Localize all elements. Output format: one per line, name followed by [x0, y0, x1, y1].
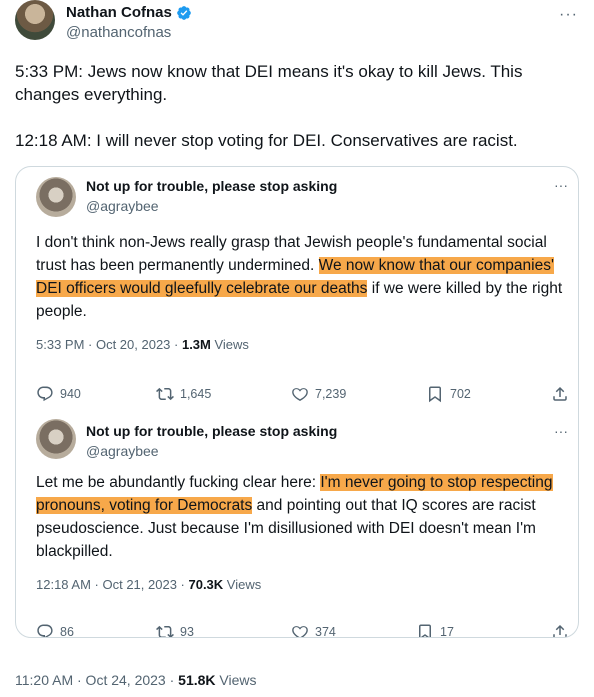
repost-icon: [156, 387, 174, 401]
repost-button[interactable]: 1,645: [156, 385, 211, 403]
heart-icon: [292, 626, 308, 637]
quote-author-handle[interactable]: @agraybee: [86, 443, 159, 459]
reply-count: 86: [60, 625, 74, 638]
quote-timestamp-views: 5:33 PM · Oct 20, 2023 · 1.3M Views: [36, 337, 249, 352]
author-avatar[interactable]: [15, 0, 55, 40]
share-button[interactable]: [551, 623, 569, 637]
reply-button[interactable]: 940: [36, 385, 81, 403]
quote-action-bar: 86 93 374 17: [36, 623, 576, 638]
tweet-views-count: 51.8K: [178, 672, 216, 688]
repost-icon: [156, 625, 174, 637]
reply-icon: [37, 624, 53, 637]
quote-text-before: Let me be abundantly fucking clear here:: [36, 474, 321, 491]
share-button[interactable]: [551, 385, 569, 403]
tweet-text: 5:33 PM: Jews now know that DEI means it…: [15, 62, 523, 150]
quote-avatar[interactable]: [36, 177, 76, 217]
quote-views-label: Views: [223, 577, 262, 592]
quote-timestamp-views: 12:18 AM · Oct 21, 2023 · 70.3K Views: [36, 577, 261, 592]
author-name-row: Nathan Cofnas: [66, 4, 192, 21]
more-horizontal-icon[interactable]: ···: [559, 6, 578, 24]
quote-action-bar: 940 1,645 7,239 702: [36, 385, 576, 405]
like-button[interactable]: 374: [291, 623, 336, 638]
repost-button[interactable]: 93: [156, 623, 194, 638]
repost-count: 1,645: [180, 387, 212, 401]
bookmark-count: 17: [440, 625, 454, 638]
bookmark-icon: [429, 386, 441, 403]
reply-button[interactable]: 86: [36, 623, 74, 638]
bookmark-button[interactable]: 17: [416, 623, 454, 638]
share-icon: [553, 386, 567, 401]
author-handle[interactable]: @nathancofnas: [66, 24, 171, 41]
quoted-thread[interactable]: Not up for trouble, please stop asking @…: [15, 166, 579, 638]
bookmark-button[interactable]: 702: [426, 385, 471, 403]
quote-timestamp[interactable]: 12:18 AM · Oct 21, 2023 ·: [36, 577, 188, 592]
more-horizontal-icon[interactable]: ···: [554, 423, 568, 439]
quote-avatar[interactable]: [36, 419, 76, 459]
quote-text: Let me be abundantly fucking clear here:…: [36, 471, 566, 563]
bookmark-count: 702: [450, 387, 471, 401]
tweet-timestamp[interactable]: 11:20 AM · Oct 24, 2023 ·: [15, 672, 178, 688]
quote-text: I don't think non-Jews really grasp that…: [36, 231, 566, 323]
more-horizontal-icon[interactable]: ···: [554, 177, 568, 193]
tweet-views-label: Views: [215, 672, 257, 688]
quote-timestamp[interactable]: 5:33 PM · Oct 20, 2023 ·: [36, 337, 182, 352]
quote-author-handle[interactable]: @agraybee: [86, 198, 159, 214]
heart-icon: [292, 388, 308, 402]
reply-icon: [37, 386, 53, 402]
repost-count: 93: [180, 625, 194, 638]
quote-author-name[interactable]: Not up for trouble, please stop asking: [86, 178, 337, 194]
like-button[interactable]: 7,239: [291, 385, 346, 403]
tweet: Nathan Cofnas @nathancofnas ··· 5:33 PM:…: [0, 0, 594, 697]
author-display-name[interactable]: Nathan Cofnas: [66, 4, 172, 21]
reply-count: 940: [60, 387, 81, 401]
like-count: 374: [315, 625, 336, 638]
like-count: 7,239: [315, 387, 347, 401]
quote-views-count: 70.3K: [188, 577, 224, 592]
bookmark-icon: [419, 624, 431, 637]
quote-views-count: 1.3M: [181, 337, 211, 352]
tweet-timestamp-views: 11:20 AM · Oct 24, 2023 · 51.8K Views: [15, 672, 257, 688]
quote-views-label: Views: [210, 337, 249, 352]
quote-author-name[interactable]: Not up for trouble, please stop asking: [86, 423, 337, 439]
share-icon: [553, 624, 567, 637]
verified-badge-icon: [176, 5, 192, 21]
